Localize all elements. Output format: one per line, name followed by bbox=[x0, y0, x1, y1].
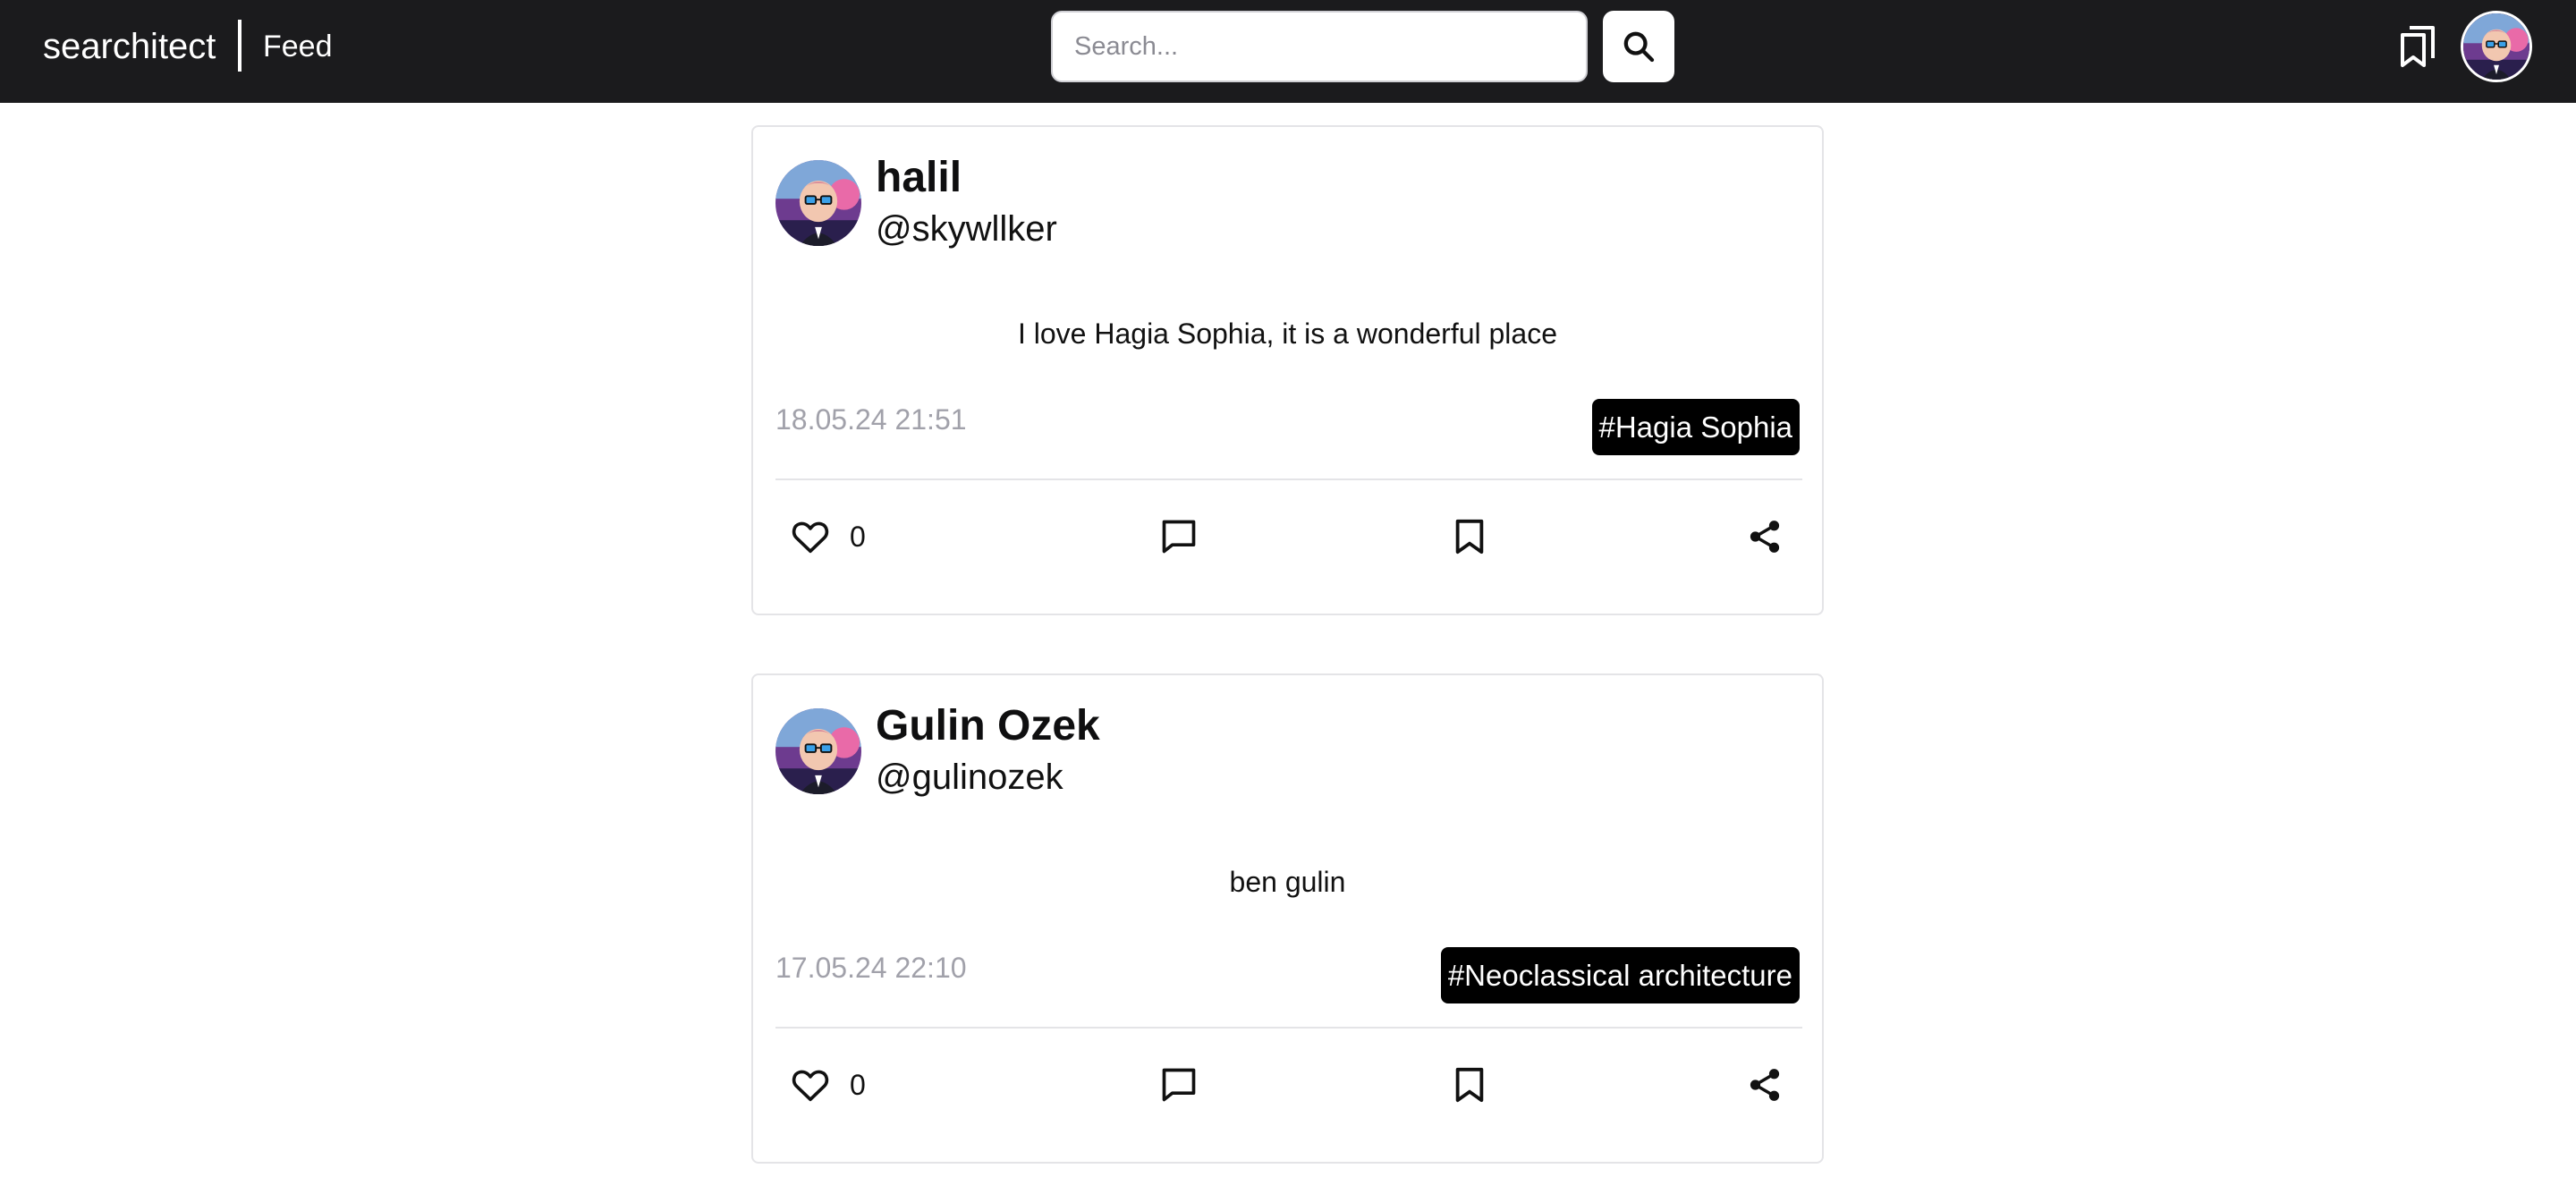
post-card: Gulin Ozek @gulinozek ben gulin 17.05.24… bbox=[751, 673, 1824, 1164]
heart-icon bbox=[792, 521, 829, 554]
avatar-image bbox=[775, 708, 861, 794]
post-divider bbox=[775, 1027, 1802, 1029]
brand-logo[interactable]: searchitect bbox=[43, 24, 216, 69]
post-author-avatar[interactable] bbox=[775, 708, 861, 794]
comment-icon bbox=[1162, 1068, 1196, 1102]
post-text: ben gulin bbox=[1229, 866, 1346, 898]
comment-button[interactable] bbox=[1159, 510, 1199, 563]
like-count: 0 bbox=[850, 521, 866, 553]
bookmarks-button[interactable] bbox=[2394, 20, 2444, 73]
share-icon bbox=[1750, 521, 1780, 553]
user-avatar[interactable] bbox=[2461, 11, 2532, 82]
share-button[interactable] bbox=[1746, 510, 1784, 563]
post-tag[interactable]: #Hagia Sophia bbox=[1591, 399, 1800, 455]
post-author-name[interactable]: Gulin Ozek bbox=[876, 700, 1100, 752]
bookmarks-icon bbox=[2401, 26, 2435, 67]
bookmark-button[interactable] bbox=[1453, 1058, 1486, 1112]
bookmark-icon bbox=[1455, 519, 1484, 555]
post-text: I love Hagia Sophia, it is a wonderful p… bbox=[1017, 318, 1557, 350]
like-count: 0 bbox=[850, 1069, 866, 1101]
post-author-avatar[interactable] bbox=[775, 160, 861, 246]
avatar-image bbox=[775, 160, 861, 246]
share-button[interactable] bbox=[1746, 1058, 1784, 1112]
page-title[interactable]: Feed bbox=[263, 26, 333, 67]
post-divider bbox=[775, 478, 1802, 480]
comment-button[interactable] bbox=[1159, 1058, 1199, 1112]
like-button[interactable]: 0 bbox=[791, 510, 866, 563]
bookmark-button[interactable] bbox=[1453, 510, 1486, 563]
heart-icon bbox=[792, 1070, 829, 1102]
avatar-image bbox=[2463, 13, 2529, 80]
brand-divider bbox=[238, 20, 242, 72]
like-button[interactable]: 0 bbox=[791, 1058, 866, 1112]
post-author-name[interactable]: halil bbox=[876, 152, 962, 204]
share-icon bbox=[1750, 1069, 1780, 1101]
post-author-handle[interactable]: @gulinozek bbox=[876, 755, 1063, 800]
comment-icon bbox=[1162, 520, 1196, 554]
post-tag[interactable]: #Neoclassical architecture bbox=[1440, 947, 1800, 1003]
post-timestamp: 17.05.24 22:10 bbox=[775, 952, 967, 984]
post-author-handle[interactable]: @skywllker bbox=[876, 207, 1057, 251]
search-icon bbox=[1623, 31, 1655, 63]
post-timestamp: 18.05.24 21:51 bbox=[775, 403, 967, 436]
bookmark-icon bbox=[1455, 1067, 1484, 1103]
search-input[interactable] bbox=[1051, 11, 1588, 82]
top-navigation-bar: searchitect Feed bbox=[0, 0, 2576, 103]
post-card: halil @skywllker I love Hagia Sophia, it… bbox=[751, 125, 1824, 615]
search-button[interactable] bbox=[1603, 11, 1674, 82]
